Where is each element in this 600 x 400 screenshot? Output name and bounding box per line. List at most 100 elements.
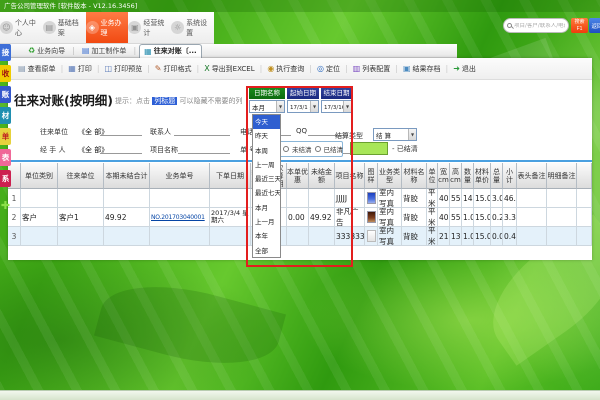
column-header-数量[interactable]: 数量 [462,163,474,189]
column-header-单位类别[interactable]: 单位类别 [21,163,58,189]
column-header-本单优惠[interactable]: 本单优惠 [287,163,309,189]
sidebar-tab-接[interactable]: 接 [0,44,11,61]
sidebar-tab-收[interactable]: 收 [0,65,11,82]
cell-材料单价: 15.00 [474,189,491,208]
agent-input[interactable] [100,145,142,154]
unit-input[interactable] [100,127,142,136]
column-header-总量[interactable]: 总量 [491,163,503,189]
date-name-combobox[interactable]: 本月 ▼ [249,100,285,113]
column-header-下单日期[interactable]: 下单日期 [210,163,251,189]
unsettled-radio[interactable] [283,146,289,152]
settled-radio[interactable] [315,146,321,152]
toolbar-button-打印[interactable]: ▦打印 [64,64,96,74]
cell-项目名称: JJJJJ [335,189,365,208]
toolbar-button-label: 打印预览 [114,64,142,74]
project-input[interactable] [178,145,230,154]
column-header-单位[interactable]: 单位 [427,163,438,189]
page-title: 往来对账(按明细) [14,90,113,109]
toolbar-button-打印格式[interactable]: ✎打印格式 [151,64,196,74]
date-option-全部[interactable]: 全部 [253,244,280,258]
start-date-value: 17/3/1 星期三 [288,103,310,111]
sidebar-tab-✚[interactable]: ✚ [0,197,11,214]
nav-item-label: 个人中心 [15,18,43,38]
nav-item-个人中心[interactable]: ☺个人中心 [0,12,43,43]
chevron-down-icon[interactable]: ▼ [276,101,284,112]
date-option-今天[interactable]: 今天 [253,115,280,129]
chevron-down-icon[interactable]: ▼ [310,101,318,112]
column-header-未结金额[interactable]: 未结金额 [309,163,335,189]
table-row[interactable]: 33333333333室内写真背胶平米21.2013.201.0015.000.… [8,227,592,246]
tab-往来对账〔...[interactable]: ▦往来对账〔... [139,44,202,58]
toolbar-button-列表配置[interactable]: ▥列表配置 [349,64,395,74]
chevron-down-icon[interactable]: ▼ [408,129,416,140]
tab-加工制作单[interactable]: ▤加工制作单 [78,44,131,57]
date-option-本月[interactable]: 本月 [253,201,280,215]
table-row[interactable]: 2客户客户149.92NO.2017030400012017/3/4 星期六00… [8,208,592,227]
nav-item-系统设置[interactable]: ☼系统设置 [171,12,214,43]
search-button[interactable]: 搜索 F1 [571,18,588,33]
toolbar-button-定位[interactable]: ◎定位 [313,64,344,74]
column-header-明细备注[interactable]: 明细备注 [547,163,577,189]
cell-往来单位 [58,227,104,246]
toolbar-button-结果存档[interactable]: ▣结果存档 [399,64,445,74]
sidebar-tab-表[interactable]: 表 [0,149,11,166]
cell-单位类别: 客户 [21,208,58,227]
column-header-小计[interactable]: 小计 [503,163,517,189]
column-header-高(cm)[interactable]: 高(cm) [450,163,462,189]
date-option-最近七天[interactable]: 最近七天 [253,186,280,200]
column-header-宽(cm)[interactable]: 宽(cm) [438,163,450,189]
hint-column-header-link[interactable]: 列标题 [152,97,177,105]
tab-业务向导[interactable]: ♻业务向导 [24,44,69,57]
date-option-昨天[interactable]: 昨天 [253,129,280,143]
toolbar-button-导出到EXCEL[interactable]: X导出到EXCEL [200,64,258,74]
cell-明细备注 [547,227,577,246]
toolbar-button-查看原单[interactable]: ▤查看原单 [14,64,60,74]
cell-filler [577,189,592,208]
contact-input[interactable] [174,127,230,136]
sidebar-tab-材[interactable]: 材 [0,107,11,124]
column-header-图样[interactable]: 图样 [365,163,378,189]
nav-item-业务办理[interactable]: ◈业务办理 [86,12,129,43]
column-header-本期未结合计[interactable]: 本期未结合计 [104,163,150,189]
toolbar-button-打印预览[interactable]: ◫打印预览 [101,64,147,74]
toolbar-button-退出[interactable]: ➜退出 [449,64,480,74]
search-input[interactable] [514,23,565,29]
column-header-业务类型[interactable]: 业务类型 [378,163,402,189]
column-header-业务单号[interactable]: 业务单号 [150,163,210,189]
date-option-本年[interactable]: 本年 [253,229,280,243]
cell-表头备注 [517,208,547,227]
sidebar-tab-账[interactable]: 账 [0,86,11,103]
cell-下单日期 [210,227,251,246]
column-header-材料名称[interactable]: 材料名称 [402,163,427,189]
settle-type-combobox[interactable]: 结 算 ▼ [373,128,417,141]
archive-icon: ▤ [43,21,56,34]
table-header-row: 单位类别往来单位本期未结合计业务单号下单日期结算次数上次结算日期本单优惠未结金额… [8,163,592,189]
date-option-上一周[interactable]: 上一周 [253,158,280,172]
date-option-上一月[interactable]: 上一月 [253,215,280,229]
toolbar-button-执行查询[interactable]: ◉执行查询 [263,64,308,74]
chevron-down-icon[interactable]: ▼ [343,101,351,112]
start-date-combobox[interactable]: 17/3/1 星期三 ▼ [287,100,319,113]
sidebar-tab-系[interactable]: 系 [0,170,11,187]
cell-数量: 14.00 [462,189,474,208]
cell-宽(cm): 40.00 [438,208,450,227]
table-row[interactable]: 1JJJJJ室内写真背胶平米40.0055.0014.0015.003.0846… [8,189,592,208]
date-name-header: 日期名称 [249,87,285,99]
column-header-往来单位[interactable]: 往来单位 [58,163,104,189]
column-header-项目名称[interactable]: 项目名称 [335,163,365,189]
nav-item-经营统计[interactable]: ▣经营统计 [128,12,171,43]
nav-item-基础档案[interactable]: ▤基础档案 [43,12,86,43]
sidebar-tab-单[interactable]: 单 [0,128,11,145]
date-option-本周[interactable]: 本周 [253,144,280,158]
cell-图样 [365,208,378,227]
back-button[interactable]: 返回 [589,18,600,33]
thumbnail-icon[interactable] [367,230,376,242]
thumbnail-icon[interactable] [367,192,376,204]
date-option-最近三天[interactable]: 最近三天 [253,172,280,186]
end-date-combobox[interactable]: 17/3/16 星期四 ▼ [321,100,352,113]
cell-业务单号[interactable]: NO.201703040001 [150,208,210,227]
cell-业务单号 [150,227,210,246]
column-header-材料单价[interactable]: 材料单价 [474,163,491,189]
thumbnail-icon[interactable] [367,211,376,223]
column-header-表头备注[interactable]: 表头备注 [517,163,547,189]
